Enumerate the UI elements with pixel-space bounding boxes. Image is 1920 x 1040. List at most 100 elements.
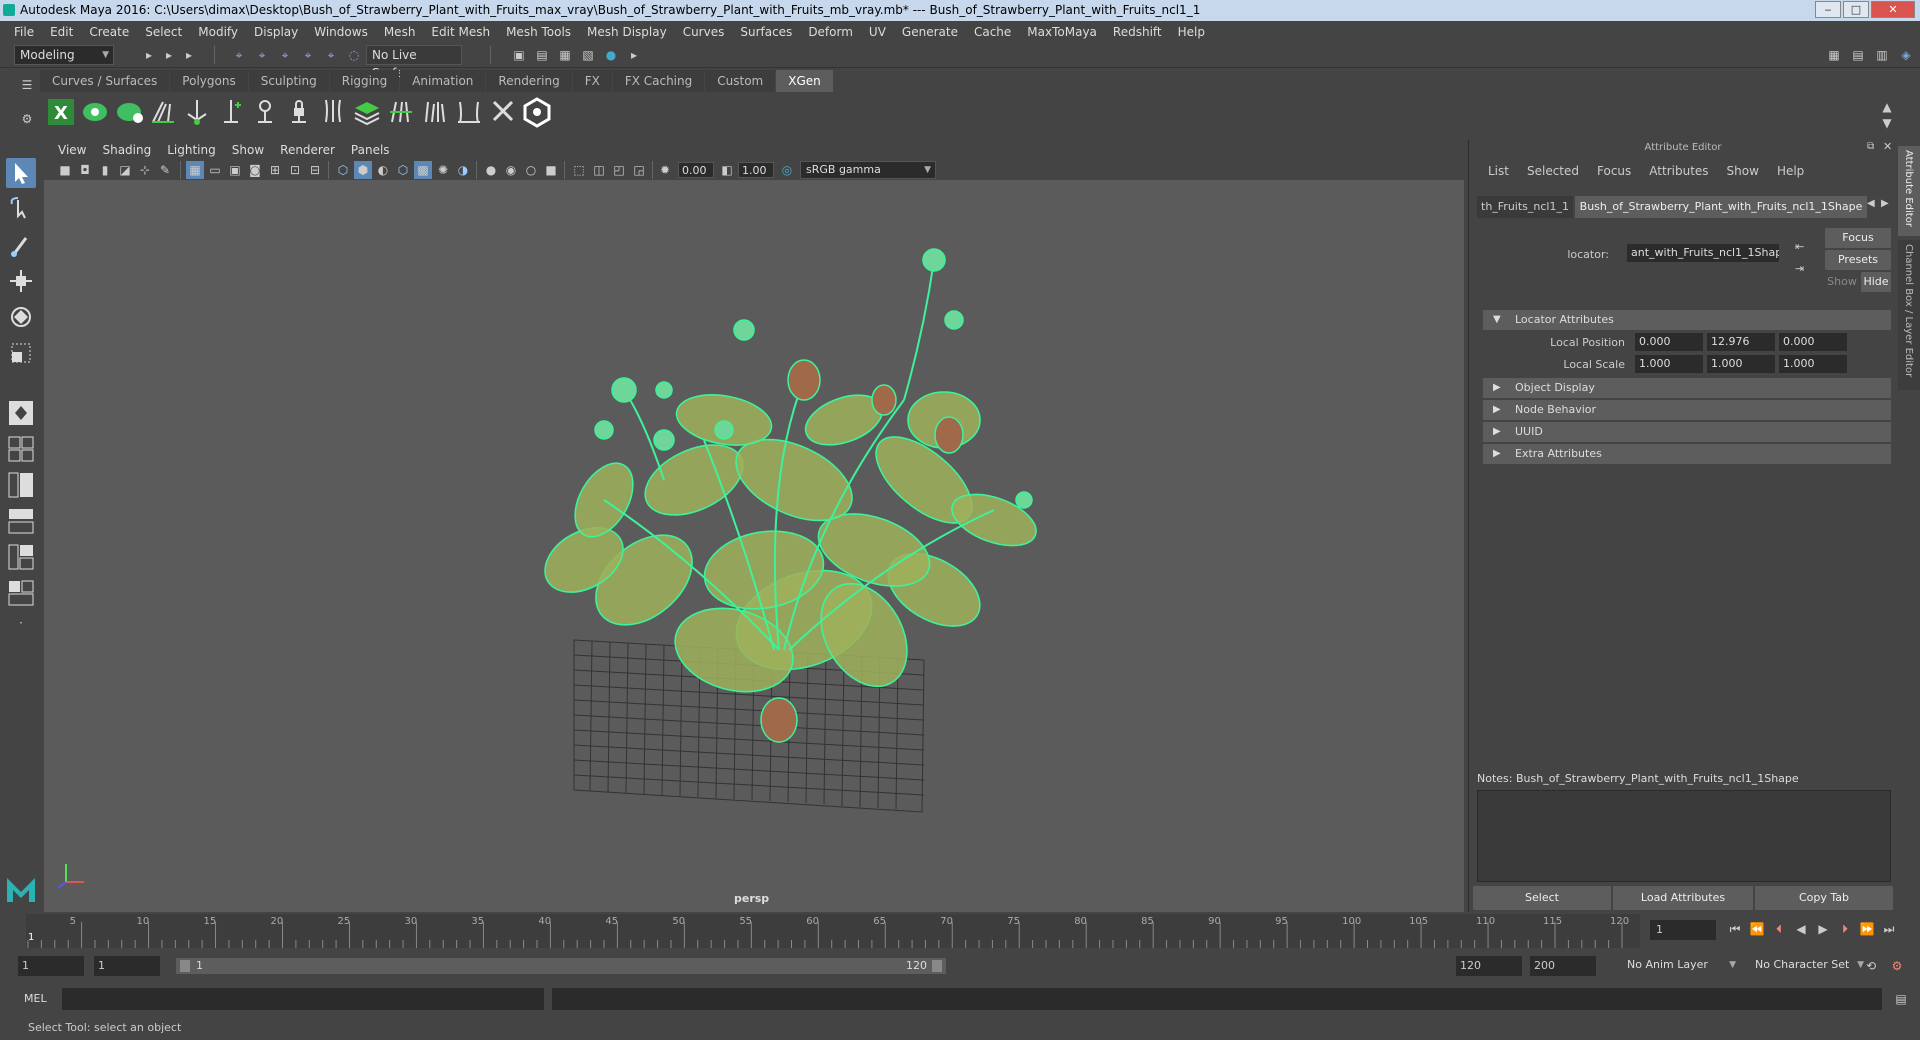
- tab-fx[interactable]: FX: [572, 70, 612, 92]
- ae-menu-focus[interactable]: Focus: [1588, 164, 1640, 178]
- shelf-settings-icon[interactable]: ⚙: [18, 110, 36, 128]
- snap-grid-icon[interactable]: ⌖: [299, 46, 317, 64]
- select-by-hierarchy-icon[interactable]: ⌖: [230, 46, 248, 64]
- menu-edit[interactable]: Edit: [42, 25, 81, 39]
- wireframe-on-shaded-icon[interactable]: ⬡: [394, 161, 412, 179]
- xgen-interactive-groom-icon[interactable]: [522, 96, 552, 128]
- rotate-tool-icon[interactable]: [6, 302, 36, 332]
- color-space-dropdown[interactable]: sRGB gamma ▼: [800, 161, 936, 179]
- menu-mesh[interactable]: Mesh: [376, 25, 424, 39]
- script-language-label[interactable]: MEL: [24, 992, 47, 1005]
- script-editor-icon[interactable]: ▤: [1892, 990, 1910, 1008]
- go-to-end-icon[interactable]: ⏭: [1880, 920, 1898, 938]
- anim-start-field[interactable]: 1: [94, 956, 160, 976]
- range-start-handle[interactable]: [180, 960, 190, 972]
- select-button[interactable]: Select: [1473, 886, 1611, 910]
- local-scale-x-field[interactable]: 1.000: [1635, 355, 1703, 373]
- field-chart-icon[interactable]: ⊞: [266, 161, 284, 179]
- hypershade-layout-icon[interactable]: [6, 578, 36, 608]
- viewport-menu-lighting[interactable]: Lighting: [159, 143, 224, 157]
- tab-prev-icon[interactable]: ◀: [1867, 198, 1875, 209]
- snap-curve-icon[interactable]: ⌖: [322, 46, 340, 64]
- menu-mesh-display[interactable]: Mesh Display: [579, 25, 675, 39]
- layout-icon[interactable]: ▤: [1849, 46, 1867, 64]
- tab-custom[interactable]: Custom: [705, 70, 776, 92]
- live-surface-field[interactable]: No Live Surface: [366, 45, 462, 80]
- tab-next-icon[interactable]: ▶: [1881, 198, 1889, 209]
- xgen-layers-icon[interactable]: [352, 96, 382, 128]
- scale-tool-icon[interactable]: [6, 338, 36, 368]
- exposure-field[interactable]: 0.00: [678, 162, 714, 178]
- menu-generate[interactable]: Generate: [894, 25, 966, 39]
- section-node-behavior[interactable]: ▶ Node Behavior: [1483, 400, 1891, 420]
- hypershade-icon[interactable]: ●: [602, 46, 620, 64]
- four-view-layout-icon[interactable]: [6, 434, 36, 464]
- select-tool-icon[interactable]: [6, 158, 36, 188]
- multisample-aa-icon[interactable]: ○: [522, 161, 540, 179]
- animation-preferences-icon[interactable]: ⚙: [1888, 957, 1906, 975]
- command-input[interactable]: [62, 988, 544, 1010]
- menu-display[interactable]: Display: [246, 25, 306, 39]
- focus-output-icon[interactable]: ⇥: [1795, 262, 1804, 275]
- menu-maxtomaya[interactable]: MaxToMaya: [1019, 25, 1105, 39]
- auto-key-icon[interactable]: ⟲: [1862, 957, 1880, 975]
- copy-tab-button[interactable]: Copy Tab: [1755, 886, 1893, 910]
- mode-selector[interactable]: Modeling ▼: [14, 45, 114, 65]
- ae-menu-list[interactable]: List: [1479, 164, 1518, 178]
- image-plane-icon[interactable]: ◪: [116, 161, 134, 179]
- viewport-menu-panels[interactable]: Panels: [343, 143, 398, 157]
- grease-pencil-icon[interactable]: ✎: [156, 161, 174, 179]
- color-management-icon[interactable]: ◎: [778, 161, 796, 179]
- film-gate-icon[interactable]: ▭: [206, 161, 224, 179]
- use-all-lights-icon[interactable]: ✺: [434, 161, 452, 179]
- viewport-menu-show[interactable]: Show: [224, 143, 272, 157]
- local-position-x-field[interactable]: 0.000: [1635, 333, 1703, 351]
- wireframe-icon[interactable]: ⬡: [334, 161, 352, 179]
- render-settings-icon[interactable]: ▧: [579, 46, 597, 64]
- character-set-dropdown[interactable]: No Character Set ▼: [1750, 956, 1868, 976]
- xgen-guides-to-curves-icon[interactable]: [318, 96, 348, 128]
- tab-attribute-editor-side[interactable]: Attribute Editor: [1898, 146, 1920, 236]
- smooth-shade-icon[interactable]: ⬢: [354, 161, 372, 179]
- local-position-z-field[interactable]: 0.000: [1779, 333, 1847, 351]
- ae-menu-selected[interactable]: Selected: [1518, 164, 1588, 178]
- safe-action-icon[interactable]: ⊡: [286, 161, 304, 179]
- shadows-icon[interactable]: ◑: [454, 161, 472, 179]
- tab-channel-box-side[interactable]: Channel Box / Layer Editor: [1898, 240, 1920, 390]
- save-scene-icon[interactable]: ▸: [180, 46, 198, 64]
- step-forward-key-icon[interactable]: ⏵: [1836, 920, 1854, 938]
- float-panel-icon[interactable]: ⧉: [1867, 141, 1874, 152]
- textured-icon[interactable]: ▩: [414, 161, 432, 179]
- step-back-frame-icon[interactable]: ⏪: [1748, 920, 1766, 938]
- tab-rigging[interactable]: Rigging: [329, 70, 400, 92]
- xgen-sculpt-guide-icon[interactable]: [250, 96, 280, 128]
- menu-cache[interactable]: Cache: [966, 25, 1019, 39]
- tab-fx-caching[interactable]: FX Caching: [612, 70, 705, 92]
- time-slider[interactable]: 5 10 15 20 25 30 35 40 45 50 55 60 65 70 75 80 85 90 95 100…: [26, 914, 1640, 948]
- menu-create[interactable]: Create: [81, 25, 137, 39]
- notes-field[interactable]: [1477, 790, 1891, 882]
- tab-curves-surfaces[interactable]: Curves / Surfaces: [40, 70, 170, 92]
- focus-button[interactable]: Focus: [1825, 228, 1891, 248]
- show-button[interactable]: Show: [1825, 272, 1859, 292]
- menu-modify[interactable]: Modify: [190, 25, 246, 39]
- tab-shape-node[interactable]: Bush_of_Strawberry_Plant_with_Fruits_ncl…: [1575, 196, 1867, 218]
- move-tool-icon[interactable]: [6, 266, 36, 296]
- ae-menu-attributes[interactable]: Attributes: [1640, 164, 1717, 178]
- section-object-display[interactable]: ▶ Object Display: [1483, 378, 1891, 398]
- tab-transform-node[interactable]: th_Fruits_ncl1_1: [1477, 196, 1573, 218]
- gamma-field[interactable]: 1.00: [738, 162, 774, 178]
- go-to-start-icon[interactable]: ⏮: [1726, 920, 1744, 938]
- two-d-pan-icon[interactable]: ⊹: [136, 161, 154, 179]
- persp-outliner-layout-icon[interactable]: [6, 470, 36, 500]
- anim-layer-dropdown[interactable]: No Anim Layer ▼: [1622, 956, 1740, 976]
- viewport-menu-renderer[interactable]: Renderer: [272, 143, 343, 157]
- xgen-lock-guide-icon[interactable]: [284, 96, 314, 128]
- menu-curves[interactable]: Curves: [675, 25, 733, 39]
- menu-deform[interactable]: Deform: [800, 25, 861, 39]
- xray-icon[interactable]: ◫: [590, 161, 608, 179]
- viewport-3d[interactable]: persp: [44, 180, 1464, 912]
- section-extra-attributes[interactable]: ▶ Extra Attributes: [1483, 444, 1891, 464]
- locator-name-field[interactable]: ant_with_Fruits_ncl1_1Shape: [1627, 244, 1779, 262]
- screen-space-ao-icon[interactable]: ●: [482, 161, 500, 179]
